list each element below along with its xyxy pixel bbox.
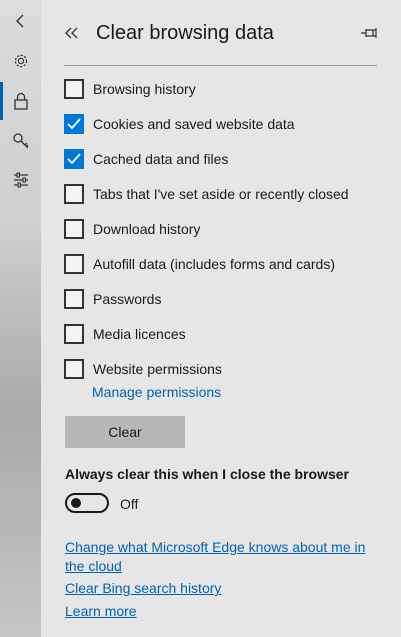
double-chevron-left-icon[interactable] [63,24,81,42]
checkbox[interactable] [64,114,84,134]
side-rail [0,0,41,637]
clear-bing-history-link[interactable]: Clear Bing search history [65,580,221,596]
option-browsing-history[interactable]: Browsing history [64,78,196,100]
gear-icon[interactable] [0,41,41,81]
toggle-state-label: Off [120,496,139,512]
option-passwords[interactable]: Passwords [64,288,161,310]
option-label: Passwords [93,291,162,307]
checkbox[interactable] [64,254,84,274]
option-label: Cookies and saved website data [93,116,295,132]
checkbox[interactable] [64,79,84,99]
option-label: Tabs that I've set aside or recently clo… [93,186,349,202]
clear-bing-link-wrap: Clear Bing search history [65,579,375,598]
option-cookies[interactable]: Cookies and saved website data [64,113,295,135]
manage-permissions-link[interactable]: Manage permissions [92,384,221,400]
option-cached-data[interactable]: Cached data and files [64,148,228,170]
clear-browsing-data-panel: Clear browsing data Browsing history Coo… [41,0,401,637]
lock-icon[interactable] [0,81,41,121]
option-label: Cached data and files [93,151,229,167]
checkbox[interactable] [64,359,84,379]
page-title: Clear browsing data [96,22,274,44]
clear-button[interactable]: Clear [65,416,185,448]
change-cloud-link-wrap: Change what Microsoft Edge knows about m… [65,538,375,576]
option-autofill-data[interactable]: Autofill data (includes forms and cards) [64,253,335,275]
option-label: Media licences [93,326,186,342]
option-website-permissions[interactable]: Website permissions [64,358,222,380]
learn-more-link[interactable]: Learn more [65,603,137,619]
checkbox[interactable] [64,149,84,169]
checkbox[interactable] [64,184,84,204]
checkmark-icon [67,118,81,130]
always-clear-toggle[interactable] [65,493,109,513]
sliders-icon[interactable] [0,160,41,200]
always-clear-label: Always clear this when I close the brows… [65,466,349,482]
learn-more-link-wrap: Learn more [65,602,375,621]
key-icon[interactable] [0,121,41,161]
back-arrow-icon[interactable] [0,1,41,41]
option-media-licences[interactable]: Media licences [64,323,186,345]
option-tabs-set-aside[interactable]: Tabs that I've set aside or recently clo… [64,183,349,205]
checkbox[interactable] [64,324,84,344]
option-label: Browsing history [93,81,196,97]
divider [64,65,377,66]
option-label: Autofill data (includes forms and cards) [93,256,335,272]
change-cloud-link[interactable]: Change what Microsoft Edge knows about m… [65,539,365,574]
checkmark-icon [67,153,81,165]
checkbox[interactable] [64,219,84,239]
pin-icon[interactable] [359,24,379,42]
checkbox[interactable] [64,289,84,309]
option-label: Download history [93,221,201,237]
toggle-knob [71,498,81,508]
option-label: Website permissions [93,361,222,377]
option-download-history[interactable]: Download history [64,218,200,240]
